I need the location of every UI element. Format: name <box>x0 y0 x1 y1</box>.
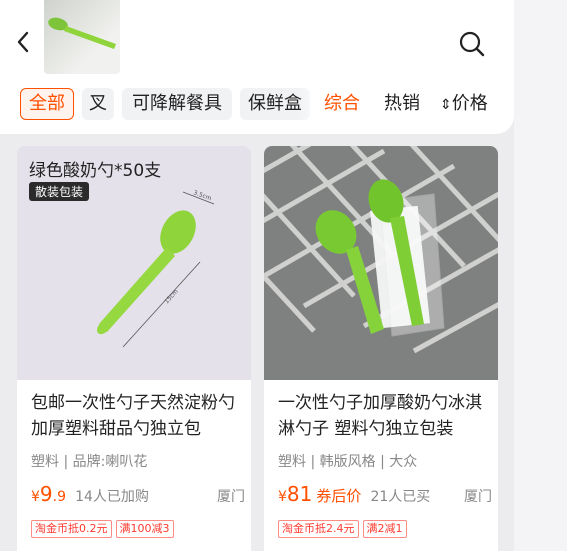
location: 厦门 <box>464 489 492 505</box>
product-card[interactable]: 3.5cm 15cm 绿色酸奶勺*50支 散装包装 包邮一次性勺子天然淀粉勺加厚… <box>17 146 251 551</box>
product-title[interactable]: 一次性勺子加厚酸奶勺冰淇淋勺子 塑料勺独立包装 <box>278 390 488 442</box>
coupon-price-label: 券后价 <box>316 487 362 505</box>
packaged-spoons-image <box>264 146 498 380</box>
chip-fade <box>298 88 324 120</box>
back-button[interactable] <box>12 28 36 56</box>
filter-bar: 全部 叉 可降解餐具 保鲜盒 综合 热销 ⇕价格 <box>0 88 514 122</box>
product-card[interactable]: 一次性勺子加厚酸奶勺冰淇淋勺子 塑料勺独立包装 塑料 | 韩版风格 | 大众 ¥… <box>264 146 498 551</box>
chip-biodegradable[interactable]: 可降解餐具 <box>122 88 232 120</box>
location: 厦门 <box>217 489 245 505</box>
promo-badge: 淘金币抵0.2元 <box>31 520 112 538</box>
product-tags: 塑料 | 韩版风格 | 大众 <box>278 454 418 470</box>
product-tags: 塑料 | 品牌:喇叭花 <box>31 454 148 470</box>
image-overlay-badge: 散装包装 <box>29 182 90 201</box>
price-row: ¥9.9 14人已加购 厦门 <box>31 482 245 506</box>
promo-badge: 淘金币抵2.4元 <box>278 520 359 538</box>
product-title[interactable]: 包邮一次性勺子天然淀粉勺加厚塑料甜品勺独立包 <box>31 390 241 442</box>
sort-price[interactable]: ⇕价格 <box>440 88 488 120</box>
sold-count: 14人已加购 <box>75 489 149 505</box>
image-overlay-title: 绿色酸奶勺*50支 <box>29 161 162 181</box>
chip-fork[interactable]: 叉 <box>82 88 114 120</box>
promo-row: 淘金币抵2.4元 满2减1 <box>278 517 411 538</box>
product-image <box>264 146 498 380</box>
price: 81 <box>286 482 313 506</box>
search-header: 全部 叉 可降解餐具 保鲜盒 综合 热销 ⇕价格 <box>0 0 514 134</box>
search-image-thumbnail[interactable] <box>44 0 120 74</box>
sort-price-label: 价格 <box>451 93 488 114</box>
search-icon <box>459 31 485 57</box>
promo-badge: 满2减1 <box>362 520 407 538</box>
price-row: ¥81 券后价 21人已买 厦门 <box>278 482 492 506</box>
sold-count: 21人已买 <box>370 489 431 505</box>
sort-arrows-icon: ⇕ <box>440 97 452 113</box>
chip-all[interactable]: 全部 <box>20 88 74 120</box>
background-right <box>514 0 567 551</box>
sort-comprehensive[interactable]: 综合 <box>324 88 360 120</box>
price-decimal: .9 <box>52 489 67 505</box>
price-symbol: ¥ <box>31 489 40 505</box>
promo-badge: 满100减3 <box>115 520 174 538</box>
promo-row: 淘金币抵0.2元 满100减3 <box>31 517 178 538</box>
price-symbol: ¥ <box>278 489 287 505</box>
sort-hot[interactable]: 热销 <box>384 88 420 120</box>
spoon-thumbnail-image <box>48 17 116 49</box>
product-image: 3.5cm 15cm 绿色酸奶勺*50支 散装包装 <box>17 146 251 380</box>
price: 9 <box>39 482 53 506</box>
search-button[interactable] <box>456 28 488 60</box>
chevron-left-icon <box>17 31 29 53</box>
